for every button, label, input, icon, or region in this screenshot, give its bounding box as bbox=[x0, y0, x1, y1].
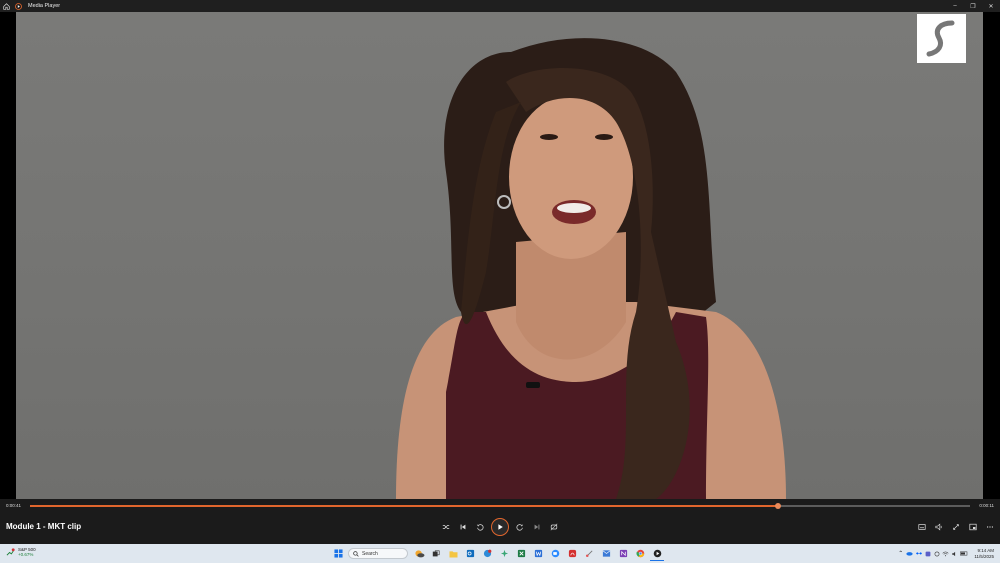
miniplayer-icon[interactable] bbox=[967, 521, 979, 533]
next-icon[interactable] bbox=[531, 521, 543, 533]
shuffle-icon[interactable] bbox=[440, 521, 452, 533]
search-icon bbox=[353, 550, 359, 557]
outlook-icon[interactable] bbox=[463, 547, 477, 561]
windows-logo-icon bbox=[333, 549, 343, 558]
title-bar: Media Player – ❐ ✕ bbox=[0, 0, 1000, 12]
weather-widget-icon[interactable] bbox=[412, 547, 426, 561]
window-title: Media Player bbox=[28, 3, 61, 9]
previous-icon[interactable] bbox=[457, 521, 469, 533]
mail-app-icon[interactable] bbox=[599, 547, 613, 561]
volume-icon[interactable] bbox=[933, 521, 945, 533]
chevron-up-icon[interactable]: ⌃ bbox=[896, 548, 905, 560]
wifi-icon[interactable] bbox=[941, 548, 950, 560]
seek-bar-progress bbox=[30, 505, 779, 507]
stock-chart-icon bbox=[6, 547, 15, 556]
settings-tray-icon[interactable] bbox=[932, 548, 941, 560]
rewind-10-icon[interactable] bbox=[474, 521, 486, 533]
elapsed-time: 0:00:41 bbox=[6, 503, 22, 508]
acrobat-icon[interactable] bbox=[565, 547, 579, 561]
clock-date: 11/5/2025 bbox=[974, 553, 994, 559]
more-icon[interactable] bbox=[984, 521, 996, 533]
stock-widget[interactable]: S&P 500 +0.67% bbox=[6, 547, 36, 557]
file-explorer-icon[interactable] bbox=[446, 547, 460, 561]
task-view-icon[interactable] bbox=[429, 547, 443, 561]
taskbar-search[interactable]: Search bbox=[348, 548, 408, 559]
search-placeholder: Search bbox=[362, 550, 378, 557]
clock-time: 9:14 AM bbox=[977, 548, 994, 553]
taskbar-clock[interactable]: 9:14 AM 11/5/2025 bbox=[974, 548, 994, 559]
word-icon[interactable] bbox=[531, 547, 545, 561]
onenote-icon[interactable] bbox=[616, 547, 630, 561]
dropbox-icon[interactable] bbox=[914, 548, 923, 560]
minimize-button[interactable]: – bbox=[946, 0, 964, 12]
home-icon[interactable] bbox=[0, 0, 12, 12]
brand-logo bbox=[917, 14, 966, 63]
repeat-off-icon[interactable] bbox=[548, 521, 560, 533]
remaining-time: 0:00:11 bbox=[979, 503, 994, 508]
excel-icon[interactable] bbox=[514, 547, 528, 561]
video-frame[interactable] bbox=[16, 12, 983, 499]
taskbar: S&P 500 +0.67% Search ⌃ 9:14 AM 11/5/202… bbox=[0, 544, 1000, 563]
fullscreen-icon[interactable] bbox=[950, 521, 962, 533]
paint-icon[interactable] bbox=[582, 547, 596, 561]
teams-icon[interactable] bbox=[923, 548, 932, 560]
stock-change: +0.67% bbox=[18, 552, 34, 557]
speaker-icon[interactable] bbox=[950, 548, 959, 560]
zoom-icon[interactable] bbox=[548, 547, 562, 561]
close-button[interactable]: ✕ bbox=[982, 0, 1000, 12]
captions-icon[interactable] bbox=[916, 521, 928, 533]
play-icon bbox=[498, 524, 503, 530]
battery-icon[interactable] bbox=[959, 548, 968, 560]
forward-30-icon[interactable] bbox=[514, 521, 526, 533]
play-button[interactable] bbox=[491, 518, 509, 536]
chrome-icon[interactable] bbox=[633, 547, 647, 561]
onedrive-icon[interactable] bbox=[905, 548, 914, 560]
browser-app-icon[interactable] bbox=[480, 547, 494, 561]
media-player-app-icon bbox=[12, 0, 24, 12]
start-button[interactable] bbox=[331, 547, 345, 561]
seek-bar[interactable] bbox=[30, 503, 970, 509]
seek-thumb[interactable] bbox=[775, 503, 782, 509]
video-person-image bbox=[396, 38, 786, 499]
media-player-taskbar-icon[interactable] bbox=[650, 546, 664, 561]
pinned-app-icon[interactable] bbox=[497, 547, 511, 561]
system-tray: ⌃ 9:14 AM 11/5/2025 bbox=[896, 546, 994, 561]
player-controls-bar: 0:00:41 0:00:11 Module 1 - MKT clip bbox=[0, 499, 1000, 544]
restore-button[interactable]: ❐ bbox=[964, 0, 982, 12]
